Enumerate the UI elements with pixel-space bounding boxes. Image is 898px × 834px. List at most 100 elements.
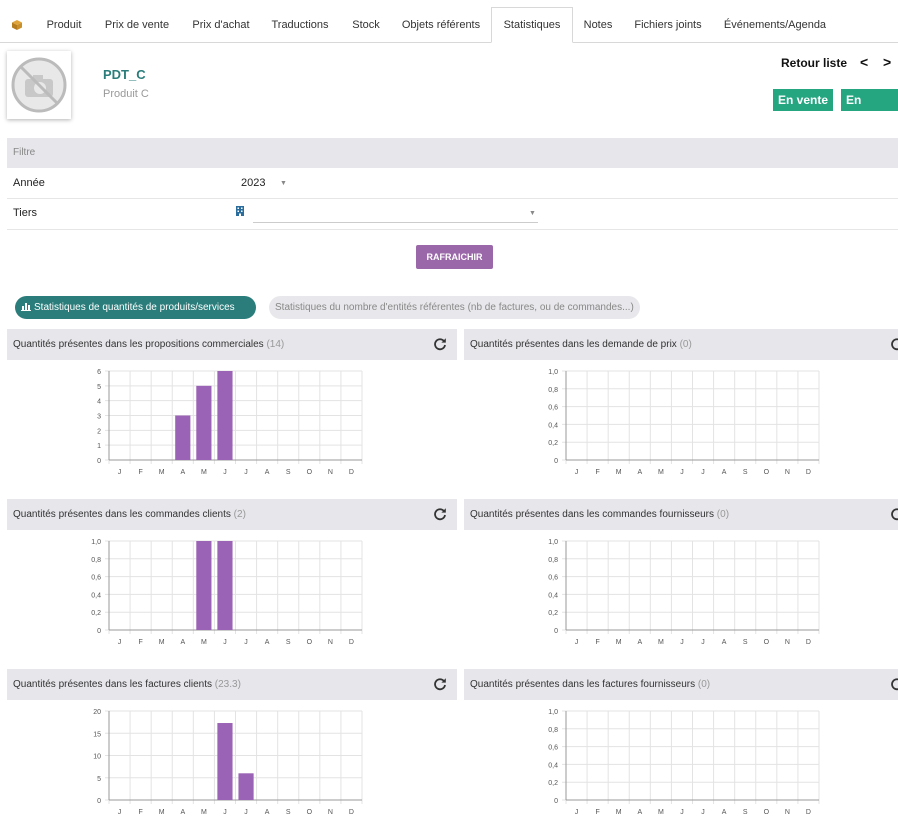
chart-bar (217, 723, 233, 800)
x-tick-label: N (328, 639, 333, 646)
chart-panel-header: Quantités présentes dans les proposition… (7, 329, 457, 360)
y-tick-label: 0,8 (548, 727, 558, 734)
refresh-icon[interactable] (433, 677, 447, 691)
x-tick-label: D (349, 639, 354, 646)
on-purchase-badge: En achat (841, 89, 898, 129)
chart-panel: Quantités présentes dans les commandes f… (464, 499, 898, 664)
y-tick-label: 0,6 (548, 405, 558, 412)
bar-chart-icon (21, 303, 31, 311)
stats-quantities-tab[interactable]: Statistiques de quantités de produits/se… (15, 296, 256, 319)
tab-bar: Produit Prix de vente Prix d'achat Tradu… (0, 0, 898, 43)
tab-prix-d-achat[interactable]: Prix d'achat (182, 8, 260, 42)
x-tick-label: F (138, 469, 142, 476)
chart-panel-header: Quantités présentes dans les commandes c… (7, 499, 457, 530)
stats-quantities-label: Statistiques de quantités de produits/se… (34, 302, 235, 313)
x-tick-label: N (328, 469, 333, 476)
previous-record-button[interactable]: < (860, 54, 868, 70)
tab-stock[interactable]: Stock (343, 8, 389, 42)
back-to-list-link[interactable]: Retour liste (781, 56, 847, 70)
chart-bar (175, 415, 191, 460)
y-tick-label: 0,4 (548, 422, 558, 429)
chart-count: (0) (716, 509, 730, 520)
chart-panel: Quantités présentes dans les factures cl… (7, 669, 457, 834)
x-tick-label: M (159, 469, 165, 476)
y-tick-label: 0 (554, 628, 558, 635)
chart-panel-header: Quantités présentes dans les demande de … (464, 329, 898, 360)
product-label: Produit C (103, 88, 149, 100)
tab-statistiques[interactable]: Statistiques (491, 7, 573, 43)
x-tick-label: A (637, 469, 642, 476)
tab-fichiers-joints[interactable]: Fichiers joints (626, 8, 710, 42)
y-tick-label: 15 (93, 731, 101, 738)
x-tick-label: M (201, 809, 207, 816)
chart-title: Quantités présentes dans les demande de … (470, 339, 692, 350)
x-tick-label: O (764, 809, 770, 816)
x-tick-label: M (201, 639, 207, 646)
refresh-icon[interactable] (433, 507, 447, 521)
x-tick-label: A (265, 639, 270, 646)
x-tick-label: J (118, 809, 122, 816)
x-tick-label: S (286, 469, 291, 476)
y-tick-label: 0 (554, 798, 558, 805)
x-tick-label: D (806, 469, 811, 476)
y-tick-label: 0,6 (548, 745, 558, 752)
x-tick-label: M (658, 639, 664, 646)
x-tick-label: F (595, 809, 599, 816)
next-record-button[interactable]: > (883, 54, 891, 70)
tiers-label: Tiers (13, 207, 38, 219)
tab-prix-de-vente[interactable]: Prix de vente (97, 8, 177, 42)
x-tick-label: F (595, 639, 599, 646)
x-tick-label: O (307, 809, 313, 816)
chart-bar (217, 541, 233, 630)
y-tick-label: 1 (97, 443, 101, 450)
y-tick-label: 0,6 (91, 575, 101, 582)
tab-notes[interactable]: Notes (578, 8, 618, 42)
chart-title: Quantités présentes dans les proposition… (13, 339, 284, 350)
x-tick-label: M (159, 809, 165, 816)
x-tick-label: O (764, 469, 770, 476)
chart-title: Quantités présentes dans les factures cl… (13, 679, 241, 690)
x-tick-label: J (680, 639, 684, 646)
chart-bar (238, 773, 254, 800)
y-tick-label: 0,4 (548, 592, 558, 599)
x-tick-label: J (680, 809, 684, 816)
refresh-icon[interactable] (890, 507, 898, 521)
y-tick-label: 0,8 (91, 557, 101, 564)
bar-chart: 0 0,2 0,4 0,6 0,8 1,0 J F M A M J J A S O N D (548, 709, 820, 816)
tab-traductions[interactable]: Traductions (264, 8, 336, 42)
y-tick-label: 0,2 (91, 610, 101, 617)
refresh-icon[interactable] (890, 677, 898, 691)
refresh-icon[interactable] (890, 337, 898, 351)
x-tick-label: J (244, 639, 248, 646)
product-photo[interactable] (7, 51, 71, 119)
y-tick-label: 0,2 (548, 780, 558, 787)
x-tick-label: M (616, 639, 622, 646)
x-tick-label: S (286, 639, 291, 646)
y-tick-label: 2 (97, 428, 101, 435)
chart-title: Quantités présentes dans les factures fo… (470, 679, 710, 690)
x-tick-label: J (118, 639, 122, 646)
y-tick-label: 1,0 (548, 369, 558, 376)
x-tick-label: J (223, 809, 227, 816)
x-tick-label: A (265, 469, 270, 476)
bar-chart: 0 1 2 3 4 5 6 J F M A M J J A S O N D (97, 369, 363, 476)
x-tick-label: A (722, 469, 727, 476)
x-tick-label: N (785, 639, 790, 646)
cube-icon (12, 20, 22, 30)
refresh-icon[interactable] (433, 337, 447, 351)
chart-panel-header: Quantités présentes dans les commandes f… (464, 499, 898, 530)
tab-evenements-agenda[interactable]: Événements/Agenda (720, 8, 830, 42)
stats-entities-tab[interactable]: Statistiques du nombre d'entités référen… (269, 296, 640, 319)
tab-produit[interactable]: Produit (36, 8, 92, 42)
chart-panel-header: Quantités présentes dans les factures cl… (7, 669, 457, 700)
x-tick-label: M (616, 809, 622, 816)
tab-objets-referents[interactable]: Objets référents (396, 8, 486, 42)
x-tick-label: J (701, 809, 705, 816)
on-sale-badge: En vente (773, 89, 834, 111)
x-tick-label: A (722, 809, 727, 816)
chevron-down-icon: ▼ (280, 180, 287, 187)
x-tick-label: S (743, 639, 748, 646)
refresh-button[interactable]: RAFRAICHIR (416, 245, 493, 269)
x-tick-label: M (159, 639, 165, 646)
x-tick-label: O (307, 639, 313, 646)
